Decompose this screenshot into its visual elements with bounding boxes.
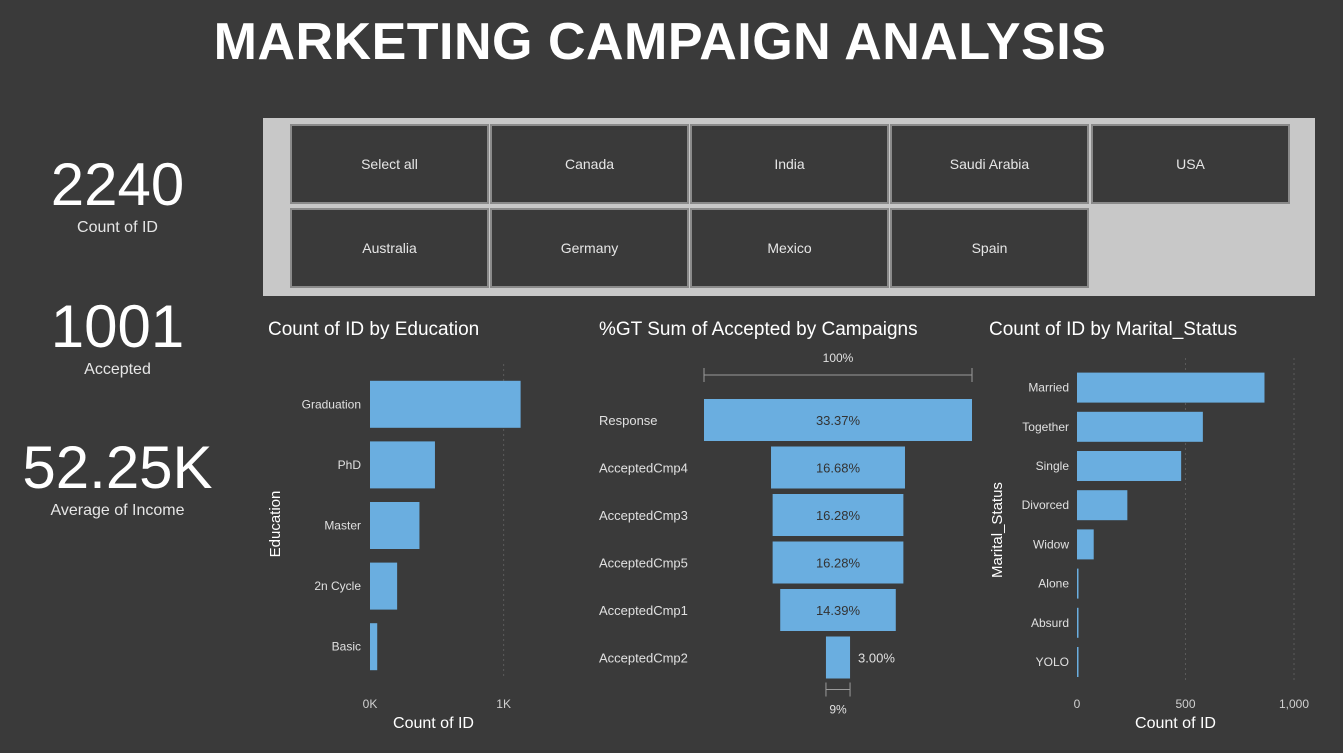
bar [1077,529,1094,560]
bar [1077,411,1203,442]
campaigns-chart-title: %GT Sum of Accepted by Campaigns [599,319,918,340]
kpi-value: 52.25K [22,434,213,501]
slicer-item-india[interactable]: India [690,124,889,204]
x-axis-title: Count of ID [1135,715,1216,732]
country-slicer: Select all Canada India Saudi Arabia USA… [263,118,1315,296]
category-label: YOLO [1036,655,1069,669]
kpi-label: Accepted [84,361,151,378]
slicer-item-australia[interactable]: Australia [290,208,489,288]
kpi-value: 2240 [50,151,185,218]
kpi-card-accepted: 1001 Accepted [20,297,215,379]
category-label: Alone [1038,577,1069,591]
data-label: 16.28% [816,556,861,571]
y-axis-title: Education [267,491,284,558]
x-tick-label: 0K [363,697,378,711]
category-label: Basic [332,640,361,654]
bar [1077,568,1079,599]
bar [370,623,378,671]
slicer-item-usa[interactable]: USA [1091,124,1290,204]
category-label: AcceptedCmp4 [599,461,688,476]
category-label: PhD [338,458,362,472]
funnel-bar [825,636,851,679]
bar [1077,607,1079,638]
category-label: Divorced [1022,498,1069,512]
campaigns-funnel-chart: 100% Response 33.37% AcceptedCmp4 16.68% Acce… [599,351,973,717]
x-tick-label: 1K [496,697,511,711]
x-axis-title: Count of ID [393,715,474,732]
slicer-item-spain[interactable]: Spain [890,208,1089,288]
bar [1077,451,1182,481]
kpi-card-income: 52.25K Average of Income [10,438,225,520]
category-label: AcceptedCmp2 [599,651,688,666]
kpi-label: Average of Income [50,502,185,519]
bar [370,380,521,428]
slicer-item-saudi-arabia[interactable]: Saudi Arabia [890,124,1089,204]
bar [370,441,435,489]
bar [1077,372,1265,403]
category-label: Response [599,413,658,428]
data-label: 33.37% [816,413,861,428]
education-chart-title: Count of ID by Education [268,319,480,340]
slicer-item-mexico[interactable]: Mexico [690,208,889,288]
category-label: Widow [1033,537,1069,551]
bar [1077,490,1128,521]
kpi-value: 1001 [50,293,185,360]
category-label: AcceptedCmp5 [599,556,688,571]
data-label: 14.39% [816,603,861,618]
category-label: Absurd [1031,616,1069,630]
slicer-item-canada[interactable]: Canada [490,124,689,204]
category-label: Graduation [302,397,361,411]
top-marker-label: 100% [823,351,854,365]
kpi-card-count: 2240 Count of ID [20,155,215,237]
category-label: Single [1036,459,1070,473]
kpi-label: Count of ID [77,219,158,236]
slicer-item-germany[interactable]: Germany [490,208,689,288]
category-label: AcceptedCmp1 [599,603,688,618]
dashboard-title: MARKETING CAMPAIGN ANALYSIS [213,13,1107,71]
category-label: AcceptedCmp3 [599,508,688,523]
x-tick-label: 0 [1074,697,1081,711]
y-axis-title: Marital_Status [989,482,1006,578]
bottom-marker-label: 9% [829,703,847,717]
data-label: 3.00% [858,651,895,666]
x-tick-label: 500 [1175,697,1195,711]
data-label: 16.28% [816,508,861,523]
category-label: 2n Cycle [314,579,361,593]
bar [370,562,398,610]
marital-bar-chart: 0 500 1,000 Married Together Single Divorced Wi… [989,358,1309,732]
x-tick-label: 1,000 [1279,697,1309,711]
bar [1077,647,1079,677]
category-label: Together [1022,420,1069,434]
bar [370,502,420,549]
marital-chart-title: Count of ID by Marital_Status [989,319,1238,340]
category-label: Master [324,519,361,533]
category-label: Married [1028,381,1069,395]
education-bar-chart: 0K 1K Graduation PhD Master 2n Cycle Basic Coun… [267,364,521,732]
slicer-item-select-all[interactable]: Select all [290,124,489,204]
data-label: 16.68% [816,461,861,476]
